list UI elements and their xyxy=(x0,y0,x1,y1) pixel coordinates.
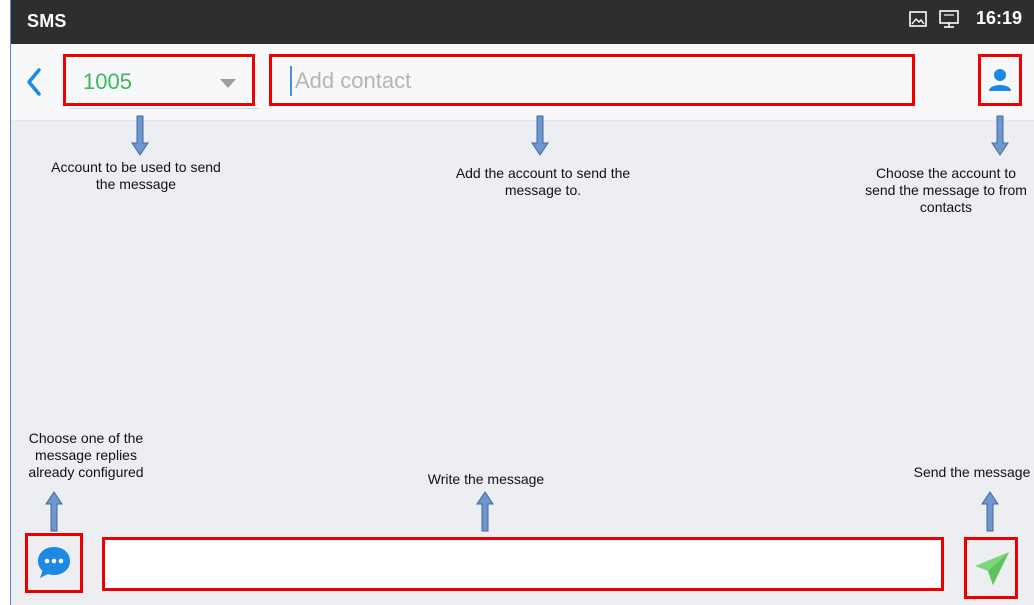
annotation-arrow-up xyxy=(981,491,999,532)
send-button[interactable] xyxy=(964,537,1018,599)
account-selector[interactable]: 1005 xyxy=(63,54,255,106)
annotation-arrow-down xyxy=(131,115,149,156)
annotation-quick-reply: Choose one of the message replies alread… xyxy=(28,430,144,480)
message-field[interactable] xyxy=(102,537,944,591)
account-value: 1005 xyxy=(83,69,132,94)
annotation-arrow-down xyxy=(991,115,1009,156)
status-icons: 16:19 xyxy=(908,8,1022,29)
annotation-arrow-down xyxy=(531,115,549,156)
clock: 16:19 xyxy=(975,8,1022,28)
app-title: SMS xyxy=(27,11,67,31)
annotation-contacts: Choose the account to send the message t… xyxy=(865,165,1027,215)
contacts-button[interactable] xyxy=(978,54,1022,106)
chevron-down-icon xyxy=(220,79,236,88)
message-input[interactable] xyxy=(111,546,935,584)
status-bar: SMS 16:19 xyxy=(11,0,1034,44)
annotation-add-contact: Add the account to send the message to. xyxy=(455,165,631,198)
annotation-send: Send the message xyxy=(913,464,1031,480)
contact-field[interactable] xyxy=(269,54,915,106)
annotation-account: Account to be used to send the message xyxy=(51,159,221,192)
add-contact-input[interactable] xyxy=(290,66,897,96)
back-button[interactable] xyxy=(23,66,45,98)
annotation-write: Write the message xyxy=(427,471,545,487)
sms-compose-screen: SMS 16:19 1005 Add contact Account to be… xyxy=(10,0,1034,605)
divider xyxy=(69,108,259,109)
compose-header: 1005 xyxy=(11,44,1034,121)
annotation-arrow-up xyxy=(45,491,63,532)
chevron-left-icon xyxy=(27,68,41,96)
quick-reply-button[interactable] xyxy=(25,533,83,593)
chat-bubble-icon xyxy=(38,547,70,578)
send-icon xyxy=(975,552,1009,585)
monitor-icon xyxy=(938,9,960,29)
person-icon xyxy=(989,69,1011,91)
image-icon xyxy=(908,9,928,29)
annotation-arrow-up xyxy=(476,491,494,532)
